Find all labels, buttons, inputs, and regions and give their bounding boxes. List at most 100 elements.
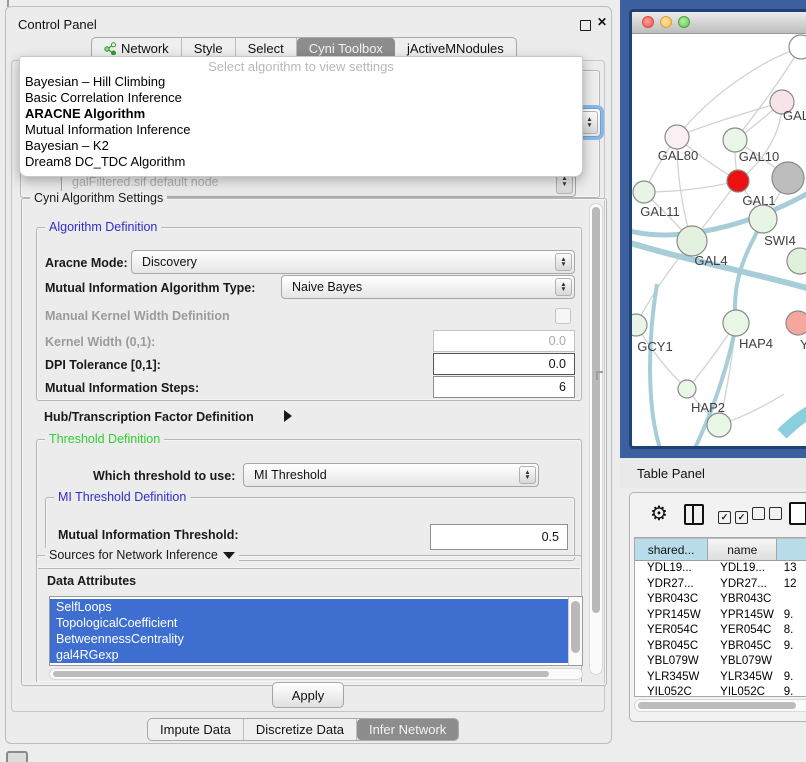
table-cell: YIL052C — [635, 685, 708, 697]
combo-arrows-icon[interactable]: ▲▼ — [555, 253, 572, 271]
minimize-traffic-light-icon[interactable] — [660, 16, 672, 28]
network-node[interactable] — [665, 125, 689, 149]
kernel-width-field[interactable]: 0.0 — [433, 330, 575, 352]
network-node[interactable] — [677, 226, 707, 256]
network-node[interactable] — [749, 205, 777, 233]
table-row[interactable]: YBR045CYBR045C9. — [635, 639, 806, 655]
table-panel-title: Table Panel — [637, 466, 705, 481]
sources-group-title-wrap[interactable]: Sources for Network Inference — [45, 548, 239, 562]
network-node[interactable] — [787, 248, 806, 274]
mi-type-value: Naive Bayes — [292, 280, 362, 294]
minimized-panel-icon[interactable] — [6, 751, 28, 762]
which-threshold-combo[interactable]: MI Threshold ▲▼ — [243, 463, 539, 487]
network-node[interactable] — [772, 162, 804, 194]
network-node[interactable] — [707, 413, 731, 437]
attribute-list-item[interactable]: BetweennessCentrality — [50, 631, 568, 647]
dropdown-item[interactable]: Mutual Information Inference — [20, 122, 582, 138]
expanded-arrow-icon — [223, 552, 235, 559]
network-graph[interactable]: GALGAL80GAL10GAL1GAL11SWI4GAL4GCY1HAP4YH… — [632, 34, 806, 448]
mi-threshold-field[interactable]: 0.5 — [430, 524, 568, 550]
table-column-header[interactable] — [777, 538, 806, 561]
close-icon[interactable]: ✕ — [597, 15, 607, 29]
network-node[interactable] — [789, 35, 806, 59]
splitter-handle[interactable] — [596, 371, 603, 380]
tab-cyni-toolbox-label: Cyni Toolbox — [309, 41, 383, 56]
table-row[interactable]: YBL079WYBL079W — [635, 654, 806, 670]
scrollbar-thumb[interactable] — [571, 601, 580, 653]
mi-steps-field[interactable]: 6 — [433, 376, 575, 398]
table-row[interactable]: YLR345WYLR345W9. — [635, 670, 806, 686]
network-node[interactable] — [678, 380, 696, 398]
table-horizontal-scrollbar[interactable] — [634, 699, 806, 712]
scrollbar-thumb[interactable] — [53, 671, 549, 677]
algorithm-definition-group: Algorithm Definition Aracne Mode: Discov… — [36, 227, 582, 401]
manual-kernel-label: Manual Kernel Width Definition — [45, 309, 230, 323]
table-cell: YBR043C — [635, 592, 708, 608]
dropdown-item[interactable]: Basic Correlation Inference — [20, 90, 582, 106]
hub-definition-label[interactable]: Hub/Transcription Factor Definition — [44, 410, 254, 424]
combo-arrows-icon[interactable]: ▲▼ — [555, 278, 572, 296]
network-window-titlebar[interactable] — [632, 12, 806, 34]
tab-impute-data-label: Impute Data — [160, 722, 231, 737]
table-cell: YBR045C — [635, 639, 708, 655]
table-row[interactable]: YIL052CYIL052C9. — [635, 685, 806, 697]
network-node[interactable] — [723, 310, 749, 336]
attribute-list-item[interactable]: gal4RGexp — [50, 647, 568, 663]
scrollbar-thumb[interactable] — [592, 207, 600, 613]
dpi-tolerance-field[interactable]: 0.0 — [433, 353, 575, 375]
manual-kernel-checkbox[interactable] — [555, 308, 571, 324]
close-traffic-light-icon[interactable] — [642, 16, 654, 28]
table-row[interactable]: YDR27...YDR27...12 — [635, 577, 806, 593]
aracne-mode-combo[interactable]: Discovery ▲▼ — [131, 250, 575, 274]
tab-infer-network[interactable]: Infer Network — [357, 719, 458, 740]
network-node-label: GAL80 — [658, 148, 698, 163]
settings-vertical-scrollbar[interactable] — [589, 203, 603, 675]
attribute-list-item[interactable]: TopologicalCoefficient — [50, 615, 568, 631]
scrollbar-thumb[interactable] — [638, 702, 796, 709]
network-node[interactable] — [727, 170, 749, 192]
combo-arrows-icon[interactable]: ▲▼ — [581, 111, 598, 134]
attributes-horizontal-scrollbar[interactable] — [49, 668, 583, 680]
network-node-label: GAL4 — [694, 253, 727, 268]
mi-type-combo[interactable]: Naive Bayes ▲▼ — [281, 275, 575, 299]
mi-steps-label: Mutual Information Steps: — [45, 381, 199, 395]
table-column-header[interactable]: shared... — [635, 538, 708, 561]
network-desktop: GALGAL80GAL10GAL1GAL11SWI4GAL4GCY1HAP4YH… — [620, 0, 806, 460]
hide-columns-icon[interactable] — [752, 507, 786, 525]
export-table-icon[interactable] — [789, 502, 806, 525]
data-attributes-listbox: SelfLoopsTopologicalCoefficientBetweenne… — [49, 596, 583, 666]
table-cell: YDL19... — [708, 561, 778, 577]
attributes-vertical-scrollbar[interactable] — [568, 597, 582, 665]
table-cell: YLR345W — [635, 670, 708, 686]
dropdown-item[interactable]: Bayesian – Hill Climbing — [20, 74, 582, 90]
zoom-traffic-light-icon[interactable] — [678, 16, 690, 28]
network-node[interactable] — [786, 311, 806, 335]
dropdown-item[interactable]: Bayesian – K2 — [20, 138, 582, 154]
table-row[interactable]: YPR145WYPR145W9. — [635, 608, 806, 624]
tab-discretize-data[interactable]: Discretize Data — [244, 719, 357, 740]
gear-icon[interactable]: ⚙ — [650, 501, 668, 526]
sources-group-title: Sources for Network Inference — [49, 548, 218, 562]
tab-impute-data[interactable]: Impute Data — [148, 719, 244, 740]
network-node[interactable] — [633, 181, 655, 203]
tab-jactivemnodules-label: jActiveMNodules — [407, 41, 504, 56]
split-columns-icon[interactable] — [684, 504, 704, 525]
combo-arrows-icon[interactable]: ▲▼ — [519, 466, 536, 484]
attribute-list-item[interactable]: SelfLoops — [50, 599, 568, 615]
threshold-definition-title: Threshold Definition — [45, 432, 164, 446]
table-row[interactable]: YBR043CYBR043C — [635, 592, 806, 608]
table-row[interactable]: YER054CYER054C8. — [635, 623, 806, 639]
show-columns-icon[interactable]: ✓✓ — [718, 507, 752, 525]
table-row[interactable]: YDL19...YDL19...13 — [635, 561, 806, 577]
dropdown-item[interactable]: Dream8 DC_TDC Algorithm — [20, 154, 582, 170]
table-column-header[interactable]: name — [708, 538, 777, 561]
network-node-label: SWI4 — [764, 233, 796, 248]
network-node[interactable] — [632, 314, 647, 336]
dropdown-item[interactable]: ARACNE Algorithm — [20, 106, 582, 122]
table-cell: YER054C — [635, 623, 708, 639]
collapsed-arrow-icon[interactable] — [284, 410, 292, 422]
float-window-icon[interactable] — [580, 20, 591, 31]
table-header: shared...name — [635, 538, 806, 561]
dropdown-placeholder: Select algorithm to view settings — [20, 59, 582, 74]
apply-button[interactable]: Apply — [272, 682, 344, 708]
